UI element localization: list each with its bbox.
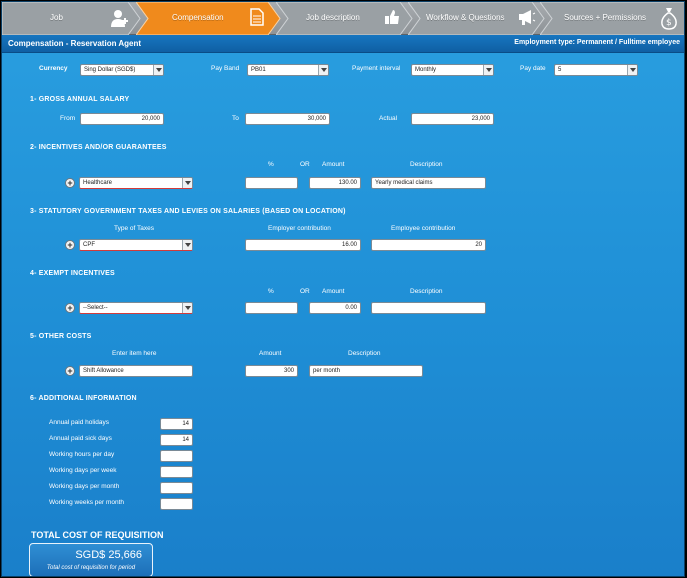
exempt-type-select[interactable]: --Select-- bbox=[79, 302, 193, 314]
interval-label: Payment interval bbox=[352, 65, 401, 72]
chevron-down-icon bbox=[483, 65, 493, 75]
other-item-input[interactable]: Shift Allowance bbox=[79, 365, 193, 377]
salary-actual-input[interactable]: 23,000 bbox=[411, 113, 494, 125]
salary-to-input[interactable]: 30,000 bbox=[245, 113, 330, 125]
other-amount-input[interactable]: 300 bbox=[245, 365, 298, 377]
salary-from-input[interactable]: 20,000 bbox=[80, 113, 164, 125]
step-job-label: Job bbox=[50, 13, 63, 22]
exempt-type-value: --Select-- bbox=[83, 305, 108, 311]
add-other-cost-button[interactable]: + bbox=[65, 366, 75, 376]
working-hours-per-day-label: Working hours per day bbox=[49, 451, 115, 458]
enter-item-label: Enter item here bbox=[112, 350, 157, 357]
incentive-percent-input[interactable] bbox=[245, 177, 298, 189]
chevron-down-icon bbox=[182, 178, 192, 188]
add-incentive-button[interactable]: + bbox=[65, 178, 75, 188]
step-workflow-questions[interactable]: Workflow & Questions bbox=[408, 2, 546, 35]
section-2-title: 2- INCENTIVES AND/OR GUARANTEES bbox=[30, 144, 167, 151]
interval-select[interactable]: Monthly bbox=[411, 64, 494, 76]
section-6-title: 6- ADDITIONAL INFORMATION bbox=[30, 395, 137, 402]
step-sources-label: Sources + Permissions bbox=[564, 13, 647, 22]
from-label: From bbox=[60, 115, 76, 122]
employee-contribution-input[interactable]: 20 bbox=[371, 239, 486, 251]
total-cost-value: SGD$ 25,666 bbox=[75, 549, 142, 561]
step-job[interactable]: Job bbox=[2, 2, 142, 35]
percent-label: % bbox=[268, 161, 274, 168]
panel-header: Compensation - Reservation Agent Employm… bbox=[2, 35, 684, 53]
interval-value: Monthly bbox=[415, 67, 437, 73]
currency-value: Sing Dollar (SGD$) bbox=[84, 67, 136, 73]
add-tax-button[interactable]: + bbox=[65, 240, 75, 250]
section-3-title: 3- STATUTORY GOVERNMENT TAXES AND LEVIES… bbox=[30, 208, 346, 215]
paydate-value: 5 bbox=[558, 67, 562, 73]
exempt-or-label: OR bbox=[300, 288, 310, 295]
to-label: To bbox=[232, 115, 239, 122]
exempt-description-input[interactable] bbox=[371, 302, 486, 314]
working-weeks-per-month-input[interactable] bbox=[160, 498, 193, 510]
employment-type: Employment type: Permanent / Fulltime em… bbox=[514, 39, 680, 46]
annual-paid-holidays-input[interactable]: 14 bbox=[160, 418, 193, 430]
employee-contribution-label: Employee contribution bbox=[391, 225, 456, 232]
payband-label: Pay Band bbox=[211, 65, 240, 72]
step-workflow-label: Workflow & Questions bbox=[426, 13, 505, 22]
total-cost-box: SGD$ 25,666 Total cost of requisition fo… bbox=[29, 543, 153, 576]
other-description-label: Description bbox=[348, 350, 381, 357]
employer-contribution-input[interactable]: 16.00 bbox=[245, 239, 361, 251]
incentive-type-value: Healthcare bbox=[83, 180, 113, 186]
chevron-down-icon bbox=[153, 65, 163, 75]
tax-type-select[interactable]: CPF bbox=[79, 239, 193, 251]
compensation-window: Job Compensation Job description Workflo… bbox=[1, 1, 685, 577]
svg-text:$: $ bbox=[666, 18, 672, 28]
step-compensation[interactable]: Compensation bbox=[136, 2, 282, 35]
working-weeks-per-month-label: Working weeks per month bbox=[49, 499, 125, 506]
working-days-per-month-input[interactable] bbox=[160, 482, 193, 494]
step-sources-permissions[interactable]: Sources + Permissions $ bbox=[540, 2, 684, 35]
exempt-percent-input[interactable] bbox=[245, 302, 298, 314]
working-days-per-week-label: Working days per week bbox=[49, 467, 117, 474]
total-cost-title: TOTAL COST OF REQUISITION bbox=[31, 530, 164, 540]
currency-label: Currency bbox=[39, 65, 68, 72]
chevron-down-icon bbox=[318, 65, 328, 75]
annual-paid-sick-days-input[interactable]: 14 bbox=[160, 434, 193, 446]
incentive-amount-input[interactable]: 130.00 bbox=[309, 177, 361, 189]
amount-label: Amount bbox=[322, 161, 345, 168]
chevron-down-icon bbox=[627, 65, 637, 75]
step-job-description[interactable]: Job description bbox=[276, 2, 414, 35]
incentive-description-input[interactable]: Yearly medical claims bbox=[371, 177, 486, 189]
actual-label: Actual bbox=[379, 115, 398, 122]
exempt-description-label: Description bbox=[410, 288, 443, 295]
paydate-select[interactable]: 5 bbox=[554, 64, 638, 76]
incentive-type-select[interactable]: Healthcare bbox=[79, 177, 193, 189]
annual-paid-sick-days-label: Annual paid sick days bbox=[49, 435, 112, 442]
working-days-per-week-input[interactable] bbox=[160, 466, 193, 478]
or-label: OR bbox=[300, 161, 310, 168]
other-amount-label: Amount bbox=[259, 350, 282, 357]
working-days-per-month-label: Working days per month bbox=[49, 483, 120, 490]
working-hours-per-day-input[interactable] bbox=[160, 450, 193, 462]
exempt-amount-label: Amount bbox=[322, 288, 345, 295]
wizard-steps: Job Compensation Job description Workflo… bbox=[2, 2, 684, 35]
chevron-down-icon bbox=[182, 240, 192, 250]
section-1-title: 1- GROSS ANNUAL SALARY bbox=[30, 96, 130, 103]
step-job-description-label: Job description bbox=[306, 13, 360, 22]
tax-type-value: CPF bbox=[83, 242, 95, 248]
total-cost-caption: Total cost of requisition for period bbox=[46, 565, 136, 571]
add-exempt-button[interactable]: + bbox=[65, 303, 75, 313]
exempt-amount-input[interactable]: 0.00 bbox=[309, 302, 361, 314]
chevron-down-icon bbox=[182, 303, 192, 313]
type-of-taxes-label: Type of Taxes bbox=[114, 225, 154, 232]
section-5-title: 5- OTHER COSTS bbox=[30, 333, 92, 340]
other-description-input[interactable]: per month bbox=[309, 365, 423, 377]
exempt-percent-label: % bbox=[268, 288, 274, 295]
page-title: Compensation - Reservation Agent bbox=[8, 39, 142, 48]
section-4-title: 4- EXEMPT INCENTIVES bbox=[30, 270, 115, 277]
payband-select[interactable]: PB01 bbox=[247, 64, 329, 76]
step-compensation-label: Compensation bbox=[172, 13, 224, 22]
description-label: Description bbox=[410, 161, 443, 168]
currency-select[interactable]: Sing Dollar (SGD$) bbox=[80, 64, 164, 76]
annual-paid-holidays-label: Annual paid holidays bbox=[49, 419, 109, 426]
paydate-label: Pay date bbox=[520, 65, 546, 72]
employer-contribution-label: Employer contribution bbox=[268, 225, 331, 232]
payband-value: PB01 bbox=[251, 67, 266, 73]
